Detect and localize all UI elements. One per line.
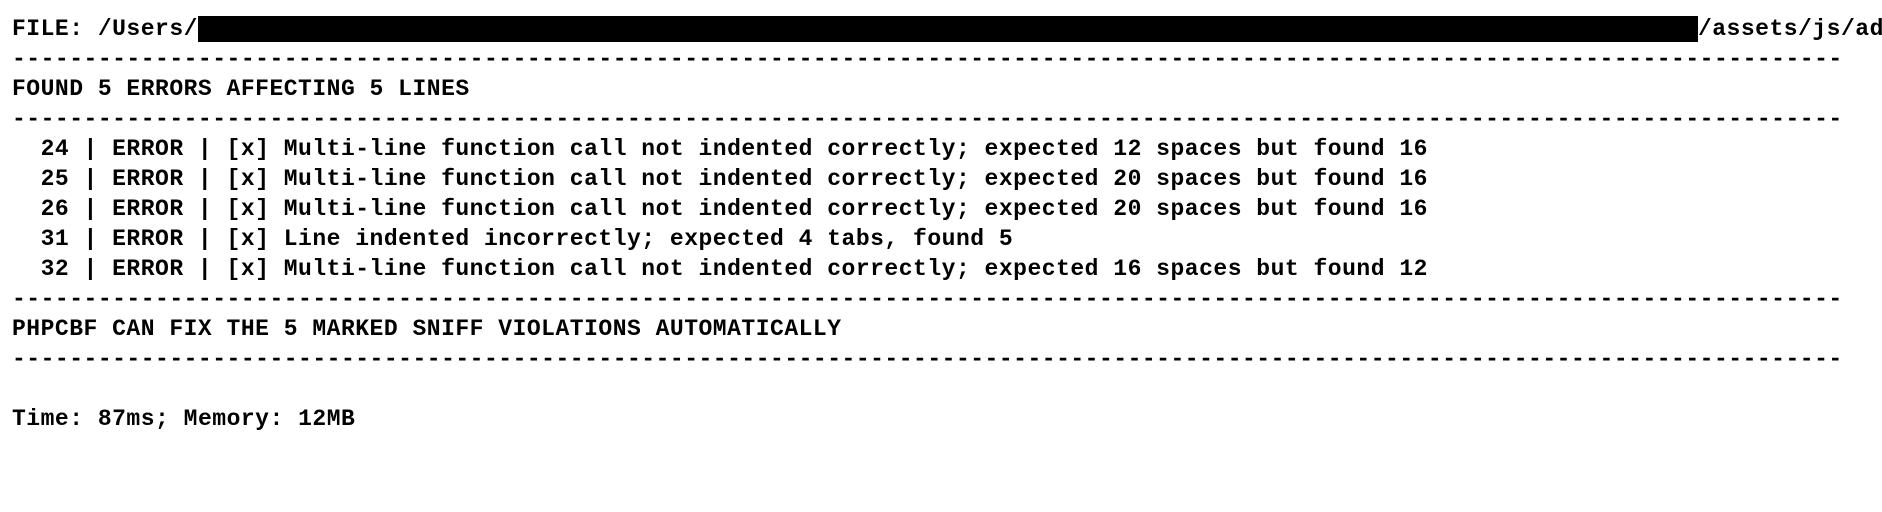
footer-line: PHPCBF CAN FIX THE 5 MARKED SNIFF VIOLAT… <box>12 316 842 342</box>
divider-line: ----------------------------------------… <box>12 106 1843 132</box>
divider-line: ----------------------------------------… <box>12 46 1843 72</box>
divider-line: ----------------------------------------… <box>12 346 1843 372</box>
error-row: 26 | ERROR | [x] Multi-line function cal… <box>12 196 1428 222</box>
file-line: FILE: /Users/ /assets/js/admin.js <box>12 16 1882 42</box>
error-rows: 24 | ERROR | [x] Multi-line function cal… <box>12 136 1428 282</box>
error-row: 31 | ERROR | [x] Line indented incorrect… <box>12 226 1013 252</box>
time-value: 87ms <box>98 406 155 432</box>
redacted-path <box>198 16 1698 42</box>
file-suffix: /assets/js/admin.js <box>1698 16 1882 42</box>
memory-label: Memory: <box>184 406 284 432</box>
memory-value: 12MB <box>298 406 355 432</box>
error-row: 24 | ERROR | [x] Multi-line function cal… <box>12 136 1428 162</box>
error-row: 25 | ERROR | [x] Multi-line function cal… <box>12 166 1428 192</box>
time-label: Time: <box>12 406 84 432</box>
file-prefix: FILE: /Users/ <box>12 16 198 42</box>
phpcs-output: FILE: /Users/ /assets/js/admin.js -------… <box>0 0 1882 448</box>
stats-line: Time: 87ms; Memory: 12MB <box>12 406 355 432</box>
error-row: 32 | ERROR | [x] Multi-line function cal… <box>12 256 1428 282</box>
divider-line: ----------------------------------------… <box>12 286 1843 312</box>
summary-line: FOUND 5 ERRORS AFFECTING 5 LINES <box>12 76 470 102</box>
